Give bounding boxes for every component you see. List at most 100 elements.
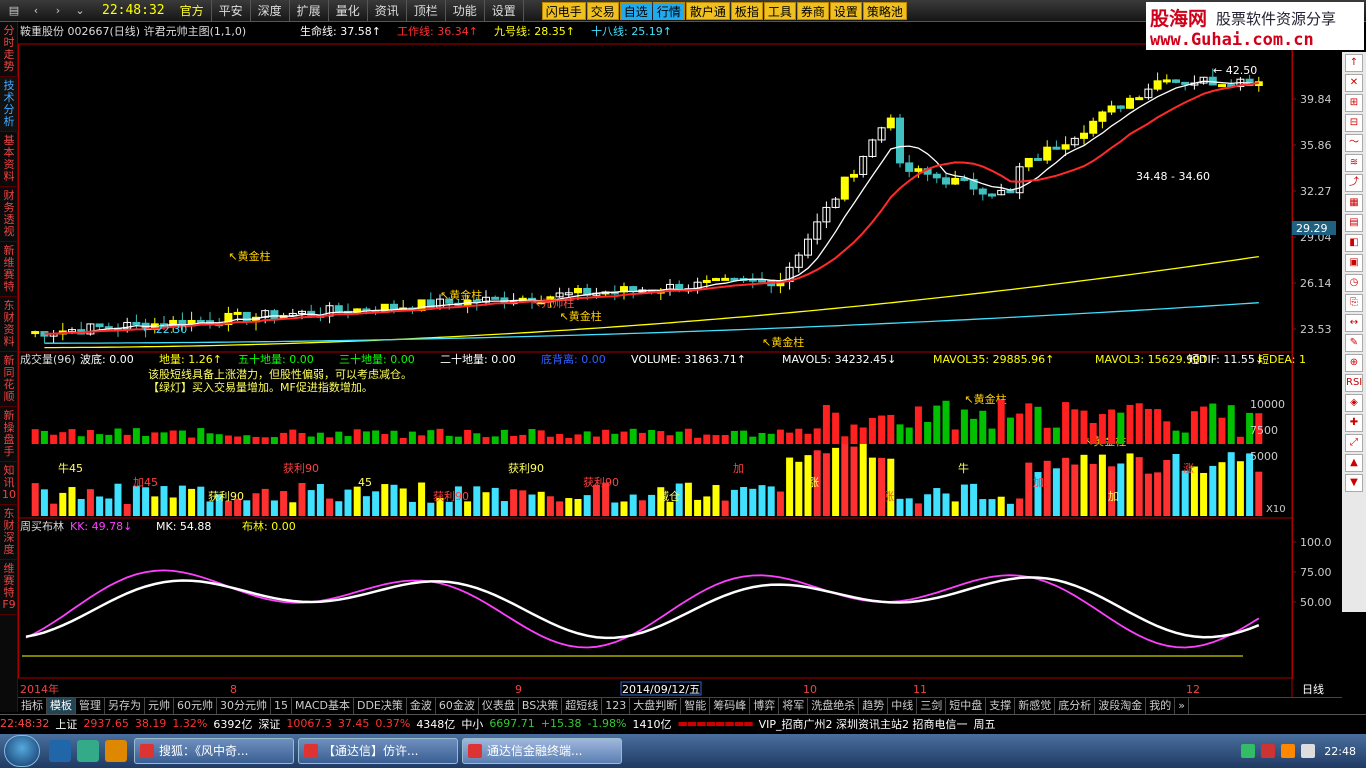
tool-icon-14[interactable]: ✎	[1345, 334, 1363, 352]
quick-button-6[interactable]: 工具	[763, 1, 796, 20]
chart-area[interactable]: 鞍重股份 002667(日线) 许君元帅主图(1,1,0) 生命线: 37.58↑…	[18, 22, 1342, 698]
left-tab-0[interactable]: 分时走势	[0, 22, 18, 77]
tool-icon-1[interactable]: ✕	[1345, 74, 1363, 92]
menu-item-1[interactable]: 平安	[212, 0, 251, 22]
browser-icon[interactable]	[77, 740, 99, 762]
indicator-tab-16[interactable]: 大盘判断	[630, 698, 682, 714]
folder-icon[interactable]	[105, 740, 127, 762]
zx-name[interactable]: 中小	[461, 716, 483, 732]
left-tab-3[interactable]: 财务透视	[0, 187, 18, 242]
indicator-tab-7[interactable]: 15	[271, 698, 292, 714]
tool-icon-4[interactable]: ～	[1345, 134, 1363, 152]
dropdown-icon[interactable]: ⌄	[72, 3, 88, 19]
left-tab-7[interactable]: 新操盘手	[0, 407, 18, 462]
indicator-tab-3[interactable]: 另存为	[105, 698, 145, 714]
indicator-tab-1[interactable]: 模板	[47, 698, 76, 714]
menu-item-2[interactable]: 深度	[251, 0, 290, 22]
tool-icon-20[interactable]: ▲	[1345, 454, 1363, 472]
tool-icon-18[interactable]: ✚	[1345, 414, 1363, 432]
tool-icon-21[interactable]: ▼	[1345, 474, 1363, 492]
indicator-tab-30[interactable]: 我的	[1146, 698, 1176, 714]
left-tab-6[interactable]: 新同花顺	[0, 352, 18, 407]
quick-button-8[interactable]: 设置	[829, 1, 862, 20]
sh-name[interactable]: 上证	[55, 716, 77, 732]
quick-button-7[interactable]: 券商	[796, 1, 829, 20]
left-tab-4[interactable]: 新维赛特	[0, 242, 18, 297]
indicator-tab-20[interactable]: 将军	[779, 698, 809, 714]
quick-button-9[interactable]: 策略池	[862, 1, 907, 20]
indicator-tab-11[interactable]: 60金波	[436, 698, 479, 714]
tool-icon-13[interactable]: ↔	[1345, 314, 1363, 332]
tool-icon-6[interactable]: ⤴	[1345, 174, 1363, 192]
indicator-tab-6[interactable]: 30分元帅	[217, 698, 271, 714]
indicator-tab-15[interactable]: 123	[602, 698, 631, 714]
menu-item-6[interactable]: 顶栏	[407, 0, 446, 22]
indicator-tab-17[interactable]: 智能	[681, 698, 711, 714]
left-tab-5[interactable]: 东财资料	[0, 297, 18, 352]
quick-button-1[interactable]: 交易	[586, 1, 619, 20]
indicator-tab-25[interactable]: 短中盘	[946, 698, 987, 714]
tool-icon-0[interactable]: ↑	[1345, 54, 1363, 72]
tool-icon-15[interactable]: ⊕	[1345, 354, 1363, 372]
start-button[interactable]	[4, 735, 40, 767]
back-icon[interactable]: ‹	[28, 3, 44, 19]
ime-icon[interactable]	[1281, 744, 1296, 758]
ie-icon[interactable]	[49, 740, 71, 762]
indicator-tab-19[interactable]: 博弈	[750, 698, 780, 714]
tool-icon-16[interactable]: RSI	[1345, 374, 1363, 392]
network-icon[interactable]	[1241, 744, 1256, 758]
quick-button-3[interactable]: 行情	[652, 1, 685, 20]
tool-icon-2[interactable]: ⊞	[1345, 94, 1363, 112]
taskbar-task-2[interactable]: 通达信金融终端...	[462, 738, 622, 764]
forward-icon[interactable]: ›	[50, 3, 66, 19]
volume-icon[interactable]	[1301, 744, 1316, 758]
indicator-tab-10[interactable]: 金波	[407, 698, 436, 714]
tool-icon-8[interactable]: ▤	[1345, 214, 1363, 232]
tool-icon-5[interactable]: ≋	[1345, 154, 1363, 172]
indicator-tab-12[interactable]: 仪表盘	[479, 698, 519, 714]
tool-icon-10[interactable]: ▣	[1345, 254, 1363, 272]
menu-icon[interactable]: ▤	[6, 3, 22, 19]
indicator-tab-28[interactable]: 底分析	[1055, 698, 1096, 714]
tool-icon-17[interactable]: ◈	[1345, 394, 1363, 412]
indicator-tab-14[interactable]: 超短线	[562, 698, 603, 714]
indicator-tab-23[interactable]: 中线	[888, 698, 918, 714]
tool-icon-7[interactable]: ▦	[1345, 194, 1363, 212]
taskbar-task-0[interactable]: 搜狐：《风中奇...	[134, 738, 294, 764]
indicator-tab-24[interactable]: 三剑	[917, 698, 947, 714]
indicator-tab-22[interactable]: 趋势	[859, 698, 889, 714]
sz-name[interactable]: 深证	[258, 716, 280, 732]
left-tab-1[interactable]: 技术分析	[0, 77, 18, 132]
indicator-tab-5[interactable]: 60元帅	[174, 698, 217, 714]
indicator-tab-21[interactable]: 洗盘绝杀	[808, 698, 860, 714]
tool-icon-9[interactable]: ◧	[1345, 234, 1363, 252]
indicator-tab-26[interactable]: 支撑	[986, 698, 1016, 714]
tool-icon-19[interactable]: ⤢	[1345, 434, 1363, 452]
left-tab-10[interactable]: 维赛特F9	[0, 560, 18, 615]
antivirus-icon[interactable]	[1261, 744, 1276, 758]
indicator-tab-4[interactable]: 元帅	[145, 698, 174, 714]
indicator-tab-29[interactable]: 波段淘金	[1095, 698, 1147, 714]
tool-icon-12[interactable]: ⎘	[1345, 294, 1363, 312]
quick-button-5[interactable]: 板指	[730, 1, 763, 20]
menu-item-8[interactable]: 设置	[485, 0, 524, 22]
indicator-tab-31[interactable]: »	[1175, 698, 1189, 714]
indicator-tab-27[interactable]: 新感觉	[1015, 698, 1056, 714]
indicator-tab-9[interactable]: DDE决策	[354, 698, 407, 714]
menu-item-3[interactable]: 扩展	[290, 0, 329, 22]
menu-item-4[interactable]: 量化	[329, 0, 368, 22]
taskbar-task-1[interactable]: 【通达信】仿许...	[298, 738, 458, 764]
indicator-tab-2[interactable]: 管理	[76, 698, 105, 714]
quick-button-2[interactable]: 自选	[619, 1, 652, 20]
left-tab-2[interactable]: 基本资料	[0, 132, 18, 187]
indicator-tab-13[interactable]: BS决策	[519, 698, 563, 714]
quick-button-4[interactable]: 散户通	[685, 1, 730, 20]
tool-icon-3[interactable]: ⊟	[1345, 114, 1363, 132]
tool-icon-11[interactable]: ◷	[1345, 274, 1363, 292]
indicator-tab-8[interactable]: MACD基本	[292, 698, 354, 714]
quick-button-0[interactable]: 闪电手	[541, 1, 586, 20]
menu-item-7[interactable]: 功能	[446, 0, 485, 22]
left-tab-8[interactable]: 知讯10	[0, 462, 18, 505]
menu-item-5[interactable]: 资讯	[368, 0, 407, 22]
left-tab-9[interactable]: 东财深度	[0, 505, 18, 560]
